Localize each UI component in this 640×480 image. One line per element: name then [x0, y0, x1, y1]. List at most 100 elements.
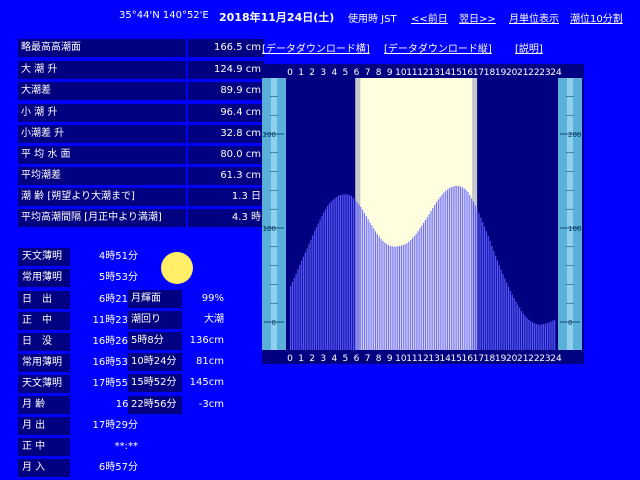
gauge-tick-label: 0	[272, 319, 276, 327]
stat-label: 小潮差 升	[18, 125, 186, 143]
tide-bar	[482, 222, 484, 350]
tide-bar	[509, 290, 511, 350]
tide-bar	[541, 324, 543, 350]
stat-value: 124.9 cm	[188, 61, 264, 79]
tide-bar	[533, 323, 535, 350]
download-vertical-link[interactable]: [データダウンロード縦]	[384, 40, 492, 55]
stat-row: 平均潮差 61.3 cm	[18, 167, 264, 185]
help-link[interactable]: [説明]	[515, 40, 543, 55]
tide-bar	[310, 239, 312, 350]
hour-tick-label: 22	[528, 354, 539, 364]
moon-info-row: 月輝面 99%	[128, 290, 224, 308]
tide-bar	[417, 231, 419, 350]
hour-tick-label: 1	[298, 354, 304, 364]
hour-tick-label: 20	[506, 354, 518, 364]
tide-bar	[374, 231, 377, 350]
tide-bar	[461, 187, 463, 350]
stat-label: 平 均 水 面	[18, 146, 186, 164]
tide-bar	[312, 235, 314, 350]
tide-bar	[404, 244, 406, 350]
tide-bar	[476, 209, 478, 350]
tide-bar	[544, 323, 547, 350]
almanac-row: 月 齢 16.4	[18, 396, 138, 414]
tide-event-time: 22時56分	[128, 396, 182, 414]
hour-tick-label: 16	[462, 68, 474, 78]
almanac-label: 月 齢	[18, 396, 70, 414]
hour-tick-label: 0	[287, 68, 293, 78]
tide-bar	[515, 301, 517, 350]
tide-chart: 0 1 2 3 4 5 6 7 8 9 10 11 12 13 14 15 16 17 18 19 20 21 22 23 24…	[262, 64, 584, 364]
tide-bar	[495, 255, 497, 350]
almanac-row: 天文薄明 17時55分	[18, 375, 138, 393]
almanac-value: 4時51分	[98, 251, 138, 262]
moon-info-label: 潮回り	[128, 311, 182, 329]
date-title: 2018年11月24日(土)	[219, 11, 335, 24]
stat-value: 89.9 cm	[188, 82, 264, 100]
tide-bar	[493, 250, 495, 350]
tide-bar	[448, 188, 451, 350]
stat-value: 32.8 cm	[188, 125, 264, 143]
almanac-row: 天文薄明 4時51分	[18, 248, 138, 266]
stat-label: 平均高潮間隔 [月正中より満潮]	[18, 209, 186, 227]
next-day-link[interactable]: 翌日>>	[459, 14, 496, 25]
download-horizontal-link[interactable]: [データダウンロード横]	[262, 40, 370, 55]
tide-bar	[363, 212, 366, 350]
tide-bar	[552, 320, 554, 350]
tide-bar	[376, 234, 378, 350]
hour-tick-label: 2	[309, 354, 315, 364]
bottom-hour-axis: 0 1 2 3 4 5 6 7 8 9 10 11 12 13 14 15 16 17 18 19 20 21 22 23 24	[262, 350, 584, 364]
tide-bar	[291, 282, 293, 350]
left-level-gauge: 0100200300400	[262, 78, 286, 350]
tide-bar	[487, 235, 489, 350]
hour-tick-label: 7	[365, 354, 371, 364]
hour-tick-label: 6	[354, 68, 360, 78]
tide-bar	[410, 240, 412, 350]
stat-row: 小潮差 升 32.8 cm	[18, 125, 264, 143]
tide-bar	[459, 186, 462, 350]
almanac-row: 日 出 6時21分	[18, 291, 138, 309]
tide-event-level: 136cm	[189, 335, 224, 346]
tide-bar	[408, 241, 410, 350]
tide-bar	[411, 238, 414, 350]
stat-row: 略最高高潮面 166.5 cm	[18, 39, 264, 57]
almanac-label: 月 入	[18, 459, 70, 477]
hour-tick-label: 13	[428, 68, 439, 78]
tide-bar	[423, 222, 425, 350]
tide-interval-link[interactable]: 潮位10分割	[570, 14, 623, 25]
tide-bar	[458, 186, 460, 350]
tide-bar	[537, 324, 539, 350]
monthly-view-link[interactable]: 月単位表示	[509, 14, 559, 25]
hour-tick-label: 17	[473, 68, 484, 78]
tide-bar	[402, 244, 404, 350]
almanac-value: **:**	[114, 441, 138, 452]
stat-label: 大 潮 升	[18, 61, 186, 79]
tide-bar	[315, 227, 318, 350]
almanac-label: 正 中	[18, 438, 70, 456]
tide-bar	[323, 212, 325, 350]
stat-row: 潮 齢 [朔望より大潮まで] 1.3 日	[18, 188, 264, 206]
almanac-row: 月 入 6時57分	[18, 459, 138, 477]
tide-bar	[467, 191, 469, 350]
tide-bar	[548, 322, 550, 350]
hour-tick-label: 14	[439, 354, 451, 364]
tide-bar	[506, 282, 508, 350]
tide-bar	[524, 315, 526, 350]
prev-day-link[interactable]: <<前日	[411, 14, 448, 25]
tide-bar	[511, 294, 513, 350]
hour-tick-label: 13	[428, 354, 439, 364]
hour-tick-label: 18	[484, 354, 496, 364]
coordinates: 35°44'N 140°52'E	[119, 10, 209, 21]
stat-row: 大潮差 89.9 cm	[18, 82, 264, 100]
hour-tick-label: 1	[298, 68, 304, 78]
stat-value: 80.0 cm	[188, 146, 264, 164]
tide-bar	[293, 277, 295, 350]
tide-bar	[504, 278, 506, 350]
tide-event-time: 10時24分	[128, 353, 182, 371]
tide-bar	[345, 194, 347, 350]
tide-bar	[522, 313, 524, 350]
tide-bar	[452, 186, 454, 350]
hour-tick-label: 10	[395, 354, 407, 364]
tide-bar	[391, 246, 393, 350]
tide-bar	[339, 194, 342, 350]
hour-tick-label: 0	[287, 354, 293, 364]
